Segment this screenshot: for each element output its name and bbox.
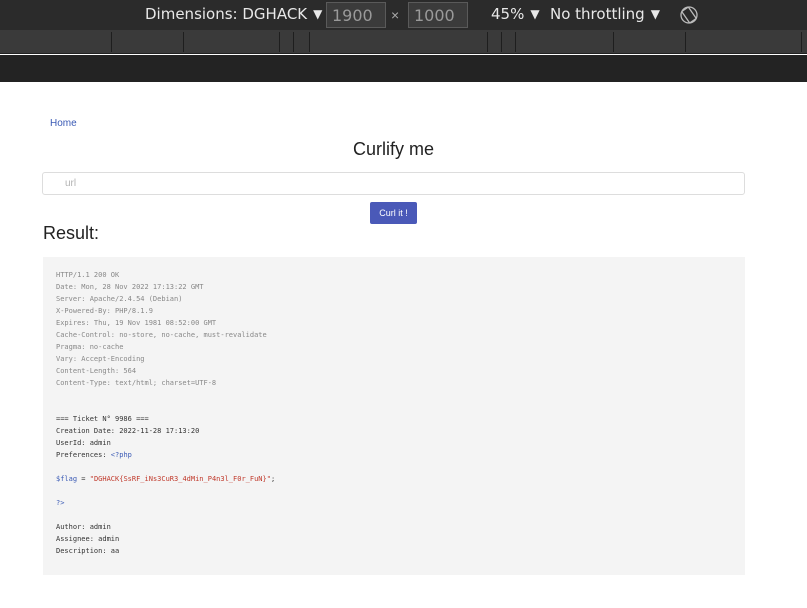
ticket-header: === Ticket N° 9986 === [56, 415, 149, 423]
breadcrumb-home[interactable]: Home [50, 118, 77, 129]
author: Author: admin [56, 523, 111, 531]
result-heading: Result: [43, 223, 100, 243]
devtools-bar [0, 55, 807, 82]
url-input[interactable] [42, 172, 745, 195]
devtools-toolbar: Dimensions: DGHACK ▼ × 45% ▼ No throttli… [0, 0, 807, 30]
creation-date: Creation Date: 2022-11-28 17:13:20 [56, 427, 200, 435]
throttling-dropdown[interactable]: No throttling ▼ [550, 5, 660, 23]
header-line: Content-Type: text/html; charset=UTF-8 [56, 379, 217, 387]
zoom-label: 45% [491, 5, 525, 23]
preferences-label: Preferences: [56, 451, 111, 459]
dimensions-label: Dimensions: DGHACK [145, 5, 308, 23]
result-box: HTTP/1.1 200 OK Date: Mon, 28 Nov 2022 1… [43, 257, 745, 575]
header-line: X-Powered-By: PHP/8.1.9 [56, 307, 153, 315]
media-query-ruler [0, 30, 807, 54]
throttling-label: No throttling [550, 5, 645, 23]
description: Description: aa [56, 547, 120, 555]
header-line: HTTP/1.1 200 OK [56, 271, 120, 279]
flag-variable: $flag [56, 475, 78, 483]
flag-semicolon: ; [270, 475, 276, 483]
times-icon: × [391, 7, 400, 23]
header-line: Pragma: no-cache [56, 343, 124, 351]
zoom-dropdown[interactable]: 45% ▼ [491, 5, 540, 23]
page-title: Curlify me [352, 139, 434, 159]
dimensions-dropdown[interactable]: Dimensions: DGHACK ▼ [145, 5, 322, 23]
php-close-tag: ?> [56, 499, 65, 507]
header-line: Vary: Accept-Encoding [56, 355, 145, 363]
assignee: Assignee: admin [56, 535, 120, 543]
php-open-tag: <?php [110, 451, 132, 459]
flag-value: "DGHACK{SsRF_iNs3CuR3_4dMin_P4n3l_F0r_Fu… [89, 475, 271, 483]
header-line: Content-Length: 564 [56, 367, 137, 375]
page: Home Curlify me Curl it ! Result: HTTP/1… [0, 82, 807, 608]
caret-down-icon: ▼ [530, 7, 540, 21]
header-line: Expires: Thu, 19 Nov 1981 08:52:00 GMT [56, 319, 217, 327]
rotate-icon[interactable] [679, 5, 699, 25]
height-input[interactable] [408, 2, 468, 28]
header-line: Cache-Control: no-store, no-cache, must-… [56, 331, 267, 339]
caret-down-icon: ▼ [650, 7, 660, 21]
flag-equals: = [77, 475, 90, 483]
width-input[interactable] [326, 2, 386, 28]
header-line: Server: Apache/2.4.54 (Debian) [56, 295, 183, 303]
header-line: Date: Mon, 28 Nov 2022 17:13:22 GMT [56, 283, 204, 291]
curl-button[interactable]: Curl it ! [370, 202, 417, 224]
caret-down-icon: ▼ [313, 7, 323, 21]
result-output: HTTP/1.1 200 OK Date: Mon, 28 Nov 2022 1… [56, 269, 275, 557]
user-id: UserId: admin [56, 439, 111, 447]
